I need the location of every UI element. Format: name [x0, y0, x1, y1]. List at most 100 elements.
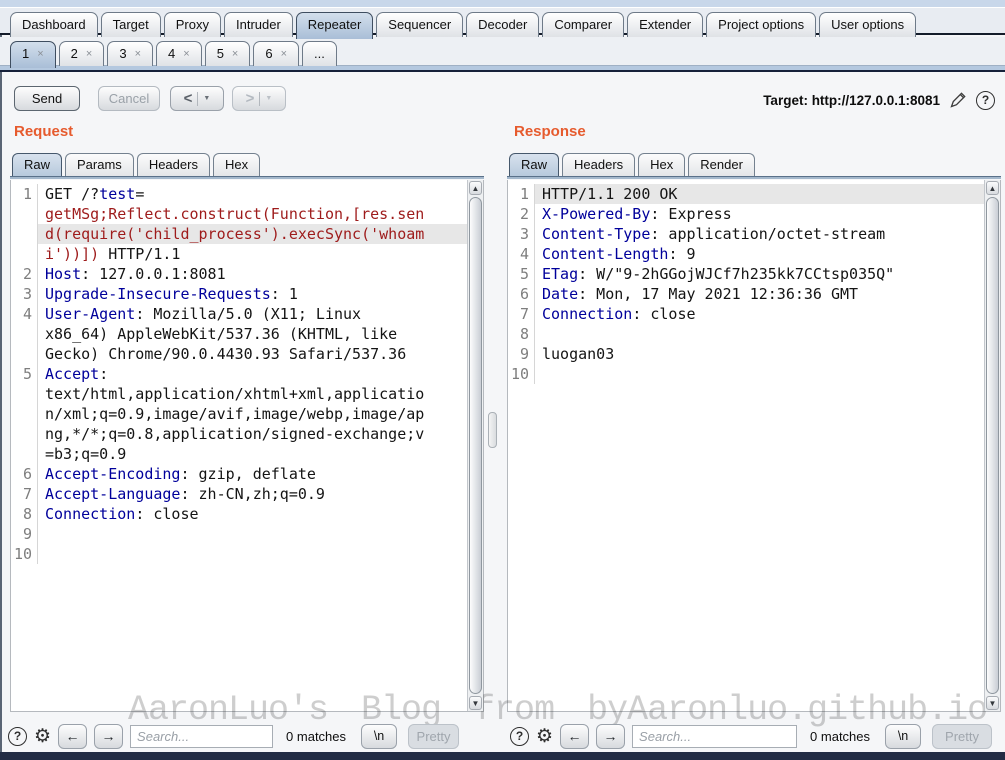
code-text[interactable]: [38, 524, 467, 544]
panel-splitter-handle[interactable]: [488, 412, 497, 448]
code-text[interactable]: luogan03: [535, 344, 984, 364]
repeater-tab-1[interactable]: 1×: [10, 41, 56, 68]
help-icon[interactable]: ?: [976, 91, 995, 110]
tab-close-icon[interactable]: ×: [86, 49, 92, 59]
code-text[interactable]: Date: Mon, 17 May 2021 12:36:36 GMT: [535, 284, 984, 304]
main-tab-extender[interactable]: Extender: [627, 12, 703, 37]
scrollbar-thumb[interactable]: [469, 197, 482, 694]
code-text[interactable]: Accept-Encoding: gzip, deflate: [38, 464, 467, 484]
code-text[interactable]: =b3;q=0.9: [38, 444, 467, 464]
response-scrollbar[interactable]: ▲ ▼: [984, 180, 1000, 711]
request-tab-headers[interactable]: Headers: [137, 153, 210, 176]
request-text-area[interactable]: 1GET /?test=getMSg;Reflect.construct(Fun…: [11, 180, 467, 711]
main-tab-proxy[interactable]: Proxy: [164, 12, 221, 37]
scroll-up-icon[interactable]: ▲: [986, 181, 999, 195]
main-tab-project-options[interactable]: Project options: [706, 12, 816, 37]
main-tab-dashboard[interactable]: Dashboard: [10, 12, 98, 37]
code-text[interactable]: Accept:: [38, 364, 467, 384]
code-text[interactable]: [535, 324, 984, 344]
regex-newline-button[interactable]: \n: [885, 724, 921, 749]
code-text[interactable]: text/html,application/xhtml+xml,applicat…: [38, 384, 467, 404]
repeater-tab-6[interactable]: 6×: [253, 41, 299, 66]
main-tab-sequencer[interactable]: Sequencer: [376, 12, 463, 37]
previous-request-button[interactable]: < ▼: [170, 86, 224, 111]
repeater-tab-4[interactable]: 4×: [156, 41, 202, 66]
tab-close-icon[interactable]: ×: [135, 49, 141, 59]
response-editor[interactable]: 1HTTP/1.1 200 OK2X-Powered-By: Express3C…: [507, 180, 1001, 712]
code-text[interactable]: x86_64) AppleWebKit/537.36 (KHTML, like: [38, 324, 467, 344]
code-text[interactable]: GET /?test=: [38, 184, 467, 204]
request-tab-params[interactable]: Params: [65, 153, 134, 176]
cancel-button[interactable]: Cancel: [98, 86, 160, 111]
request-editor-tabbar: RawParamsHeadersHex: [12, 150, 260, 176]
code-text[interactable]: [38, 544, 467, 564]
chevron-down-icon[interactable]: ▼: [265, 95, 272, 102]
pretty-print-button[interactable]: Pretty: [932, 724, 992, 749]
code-text[interactable]: d(require('child_process').execSync('who…: [38, 224, 467, 244]
next-request-button[interactable]: > ▼: [232, 86, 286, 111]
code-text[interactable]: [535, 364, 984, 384]
tab-close-icon[interactable]: ×: [281, 49, 287, 59]
scroll-down-icon[interactable]: ▼: [986, 696, 999, 710]
pretty-print-button[interactable]: Pretty: [408, 724, 459, 749]
main-tab-user-options[interactable]: User options: [819, 12, 916, 37]
main-tab-repeater[interactable]: Repeater: [296, 12, 373, 39]
request-scrollbar[interactable]: ▲ ▼: [467, 180, 483, 711]
response-tab-render[interactable]: Render: [688, 153, 755, 176]
gear-icon[interactable]: ⚙: [34, 727, 51, 746]
find-next-button[interactable]: →: [596, 724, 625, 749]
regex-newline-button[interactable]: \n: [361, 724, 397, 749]
scroll-up-icon[interactable]: ▲: [469, 181, 482, 195]
editor-line: 9: [11, 524, 467, 544]
code-text[interactable]: Content-Type: application/octet-stream: [535, 224, 984, 244]
response-text-area[interactable]: 1HTTP/1.1 200 OK2X-Powered-By: Express3C…: [508, 180, 984, 711]
code-text[interactable]: Connection: close: [535, 304, 984, 324]
repeater-tab-2[interactable]: 2×: [59, 41, 105, 66]
find-previous-button[interactable]: ←: [58, 724, 87, 749]
chevron-down-icon[interactable]: ▼: [203, 95, 210, 102]
repeater-tab-3[interactable]: 3×: [107, 41, 153, 66]
code-text[interactable]: ng,*/*;q=0.8,application/signed-exchange…: [38, 424, 467, 444]
response-tab-hex[interactable]: Hex: [638, 153, 685, 176]
code-text[interactable]: Connection: close: [38, 504, 467, 524]
find-previous-button[interactable]: ←: [560, 724, 589, 749]
scrollbar-thumb[interactable]: [986, 197, 999, 694]
main-tab-decoder[interactable]: Decoder: [466, 12, 539, 37]
code-text[interactable]: Gecko) Chrome/90.0.4430.93 Safari/537.36: [38, 344, 467, 364]
code-text[interactable]: n/xml;q=0.9,image/avif,image/webp,image/…: [38, 404, 467, 424]
main-tab-target[interactable]: Target: [101, 12, 161, 37]
tab-close-icon[interactable]: ×: [183, 49, 189, 59]
request-editor[interactable]: 1GET /?test=getMSg;Reflect.construct(Fun…: [10, 180, 484, 712]
repeater-tab-5[interactable]: 5×: [205, 41, 251, 66]
code-text[interactable]: Content-Length: 9: [535, 244, 984, 264]
repeater-tab-overflow[interactable]: ...: [302, 41, 337, 66]
edit-pencil-icon[interactable]: [948, 90, 968, 110]
scroll-down-icon[interactable]: ▼: [469, 696, 482, 710]
response-tab-headers[interactable]: Headers: [562, 153, 635, 176]
code-text[interactable]: Host: 127.0.0.1:8081: [38, 264, 467, 284]
main-tab-intruder[interactable]: Intruder: [224, 12, 293, 37]
code-text[interactable]: HTTP/1.1 200 OK: [535, 184, 984, 204]
gear-icon[interactable]: ⚙: [536, 727, 553, 746]
help-icon[interactable]: ?: [510, 727, 529, 746]
response-tab-raw[interactable]: Raw: [509, 153, 559, 176]
code-text[interactable]: ETag: W/"9-2hGGojWJCf7h235kk7CCtsp035Q": [535, 264, 984, 284]
help-icon[interactable]: ?: [8, 727, 27, 746]
request-tab-hex[interactable]: Hex: [213, 153, 260, 176]
search-input[interactable]: [130, 725, 273, 748]
code-text[interactable]: getMSg;Reflect.construct(Function,[res.s…: [38, 204, 467, 224]
search-input[interactable]: [632, 725, 797, 748]
code-text[interactable]: Accept-Language: zh-CN,zh;q=0.9: [38, 484, 467, 504]
find-next-button[interactable]: →: [94, 724, 123, 749]
code-text[interactable]: Upgrade-Insecure-Requests: 1: [38, 284, 467, 304]
request-tab-raw[interactable]: Raw: [12, 153, 62, 176]
code-text[interactable]: User-Agent: Mozilla/5.0 (X11; Linux: [38, 304, 467, 324]
main-tab-comparer[interactable]: Comparer: [542, 12, 624, 37]
tab-close-icon[interactable]: ×: [37, 49, 43, 59]
code-text[interactable]: X-Powered-By: Express: [535, 204, 984, 224]
send-button[interactable]: Send: [14, 86, 80, 111]
tab-close-icon[interactable]: ×: [232, 49, 238, 59]
code-text[interactable]: i'))]) HTTP/1.1: [38, 244, 467, 264]
repeater-tab-label: 4: [168, 46, 175, 61]
code-segment: : W/"9-2hGGojWJCf7h235kk7CCtsp035Q": [578, 265, 894, 283]
